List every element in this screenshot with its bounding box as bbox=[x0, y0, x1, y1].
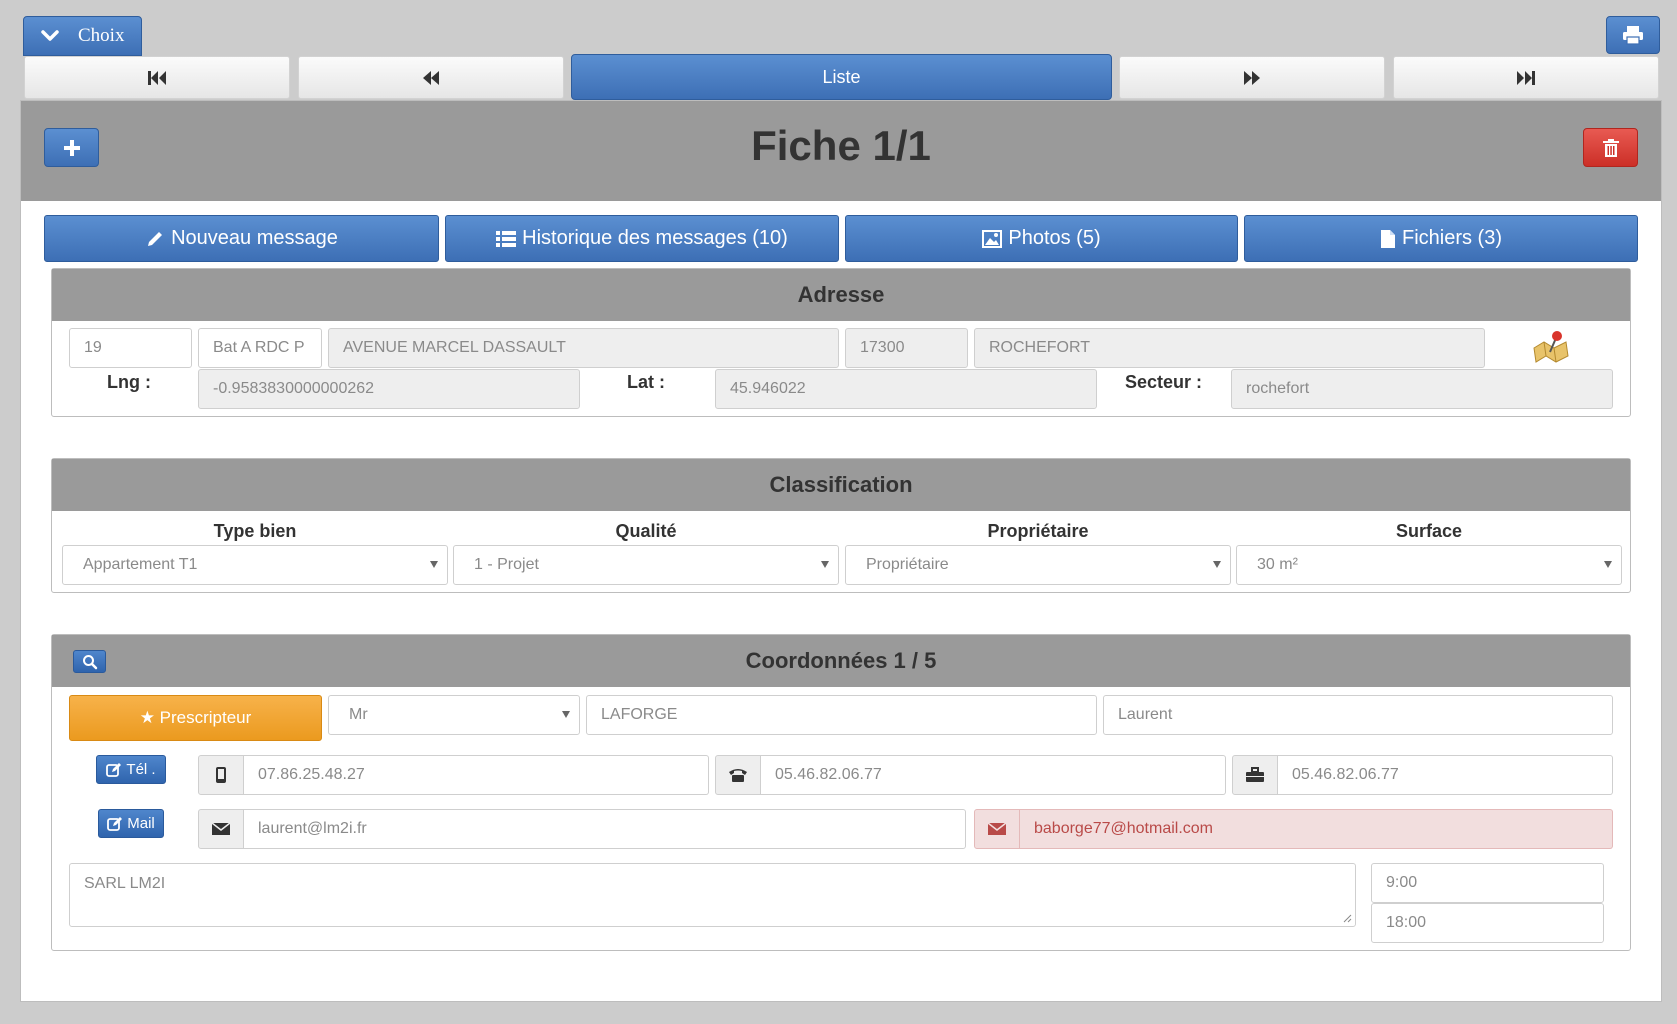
first-record-button[interactable] bbox=[24, 56, 290, 99]
fichiers-label: Fichiers (3) bbox=[1401, 227, 1502, 249]
resize-handle-icon[interactable] bbox=[1342, 913, 1352, 923]
proprietaire-label: Propriétaire bbox=[987, 521, 1089, 541]
qualite-select[interactable]: 1 - Projet bbox=[453, 545, 839, 585]
briefcase-addon bbox=[1232, 755, 1278, 795]
type-bien-label: Type bien bbox=[213, 521, 297, 541]
classification-heading: Classification bbox=[52, 459, 1630, 511]
rue-input[interactable]: AVENUE MARCEL DASSAULT bbox=[328, 328, 839, 368]
adresse-heading: Adresse bbox=[52, 269, 1630, 321]
liste-button[interactable]: Liste bbox=[571, 54, 1112, 100]
page-title: Fiche 1/1 bbox=[751, 122, 931, 169]
chevron-down-icon bbox=[41, 30, 59, 41]
nouveau-message-button[interactable]: Nouveau message bbox=[44, 215, 439, 262]
secteur-label: Secteur : bbox=[1125, 372, 1203, 392]
file-icon bbox=[1380, 229, 1395, 248]
phone-addon bbox=[715, 755, 761, 795]
print-button[interactable] bbox=[1606, 16, 1660, 54]
edit-icon bbox=[107, 816, 123, 831]
surface-value: 30 m² bbox=[1257, 556, 1298, 573]
type-bien-value: Appartement T1 bbox=[83, 556, 198, 573]
choix-label: Choix bbox=[78, 25, 125, 46]
caret-down-icon bbox=[1604, 561, 1612, 568]
historique-button[interactable]: Historique des messages (10) bbox=[445, 215, 839, 262]
briefcase-icon bbox=[1246, 767, 1264, 782]
add-button[interactable] bbox=[44, 128, 99, 167]
tel-fixe-input[interactable]: 05.46.82.06.77 bbox=[761, 755, 1226, 795]
civilite-value: Mr bbox=[349, 706, 368, 723]
proprietaire-select[interactable]: Propriétaire bbox=[845, 545, 1231, 585]
historique-label: Historique des messages (10) bbox=[522, 227, 788, 249]
delete-button[interactable] bbox=[1583, 128, 1638, 167]
edit-icon bbox=[106, 762, 122, 777]
mobile-addon bbox=[198, 755, 244, 795]
envelope-icon bbox=[987, 822, 1007, 835]
phone-icon bbox=[729, 769, 747, 782]
caret-down-icon bbox=[821, 561, 829, 568]
search-contact-button[interactable] bbox=[73, 650, 106, 673]
societe-value: SARL LM2I bbox=[84, 875, 166, 892]
caret-down-icon bbox=[1213, 561, 1221, 568]
lat-label: Lat : bbox=[627, 372, 665, 392]
qualite-value: 1 - Projet bbox=[474, 556, 539, 573]
civilite-select[interactable]: Mr bbox=[328, 695, 580, 735]
map-icon[interactable] bbox=[1530, 326, 1570, 366]
prescripteur-button[interactable]: ★ Prescripteur bbox=[69, 695, 322, 741]
nom-input[interactable]: LAFORGE bbox=[586, 695, 1097, 735]
skip-last-icon bbox=[1517, 70, 1535, 85]
mail-label: Mail bbox=[127, 815, 155, 832]
caret-down-icon bbox=[562, 711, 570, 718]
envelope-icon bbox=[211, 822, 231, 835]
proprietaire-value: Propriétaire bbox=[866, 556, 949, 573]
mail2-input[interactable]: baborge77@hotmail.com bbox=[1020, 809, 1613, 849]
edit-mail-button[interactable]: Mail bbox=[98, 809, 164, 838]
secteur-input[interactable]: rochefort bbox=[1231, 369, 1613, 409]
fichiers-button[interactable]: Fichiers (3) bbox=[1244, 215, 1638, 262]
search-icon bbox=[82, 654, 97, 669]
tel-label: Tél . bbox=[126, 761, 156, 778]
next-record-button[interactable] bbox=[1119, 56, 1385, 99]
tel-pro-input[interactable]: 05.46.82.06.77 bbox=[1278, 755, 1613, 795]
photos-button[interactable]: Photos (5) bbox=[845, 215, 1238, 262]
ville-input[interactable]: ROCHEFORT bbox=[974, 328, 1485, 368]
mobile-phone-icon bbox=[216, 767, 226, 783]
mail-addon bbox=[198, 809, 244, 849]
choix-button[interactable]: Choix bbox=[23, 16, 142, 56]
pencil-icon bbox=[148, 231, 163, 246]
picture-icon bbox=[982, 229, 1003, 248]
numero-input[interactable]: 19 bbox=[69, 328, 192, 368]
plus-icon bbox=[63, 139, 80, 156]
lng-label: Lng : bbox=[107, 372, 151, 392]
skip-first-icon bbox=[148, 70, 166, 85]
qualite-label: Qualité bbox=[615, 521, 677, 541]
surface-label: Surface bbox=[1395, 521, 1463, 541]
tel-mobile-input[interactable]: 07.86.25.48.27 bbox=[244, 755, 709, 795]
fast-forward-icon bbox=[1244, 70, 1260, 85]
type-bien-select[interactable]: Appartement T1 bbox=[62, 545, 448, 585]
previous-record-button[interactable] bbox=[298, 56, 564, 99]
mail-input[interactable]: laurent@lm2i.fr bbox=[244, 809, 966, 849]
heure-debut-input[interactable]: 9:00 bbox=[1371, 863, 1604, 903]
heure-fin-input[interactable]: 18:00 bbox=[1371, 903, 1604, 943]
mail2-addon bbox=[974, 809, 1020, 849]
coordonnees-heading: Coordonnées 1 / 5 bbox=[52, 635, 1630, 687]
caret-down-icon bbox=[430, 561, 438, 568]
code-postal-input[interactable]: 17300 bbox=[845, 328, 968, 368]
prenom-input[interactable]: Laurent bbox=[1103, 695, 1613, 735]
complement-input[interactable]: Bat A RDC P bbox=[198, 328, 322, 368]
print-icon bbox=[1623, 26, 1643, 45]
societe-textarea[interactable]: SARL LM2I bbox=[69, 863, 1356, 927]
edit-tel-button[interactable]: Tél . bbox=[96, 755, 166, 784]
rewind-icon bbox=[423, 70, 439, 85]
liste-label: Liste bbox=[822, 66, 861, 87]
trash-icon bbox=[1602, 138, 1619, 157]
lng-input[interactable]: -0.9583830000000262 bbox=[198, 369, 580, 409]
list-icon bbox=[496, 230, 517, 247]
lat-input[interactable]: 45.946022 bbox=[715, 369, 1097, 409]
photos-label: Photos (5) bbox=[1008, 227, 1101, 249]
surface-select[interactable]: 30 m² bbox=[1236, 545, 1622, 585]
last-record-button[interactable] bbox=[1393, 56, 1659, 99]
nouveau-message-label: Nouveau message bbox=[171, 227, 338, 249]
